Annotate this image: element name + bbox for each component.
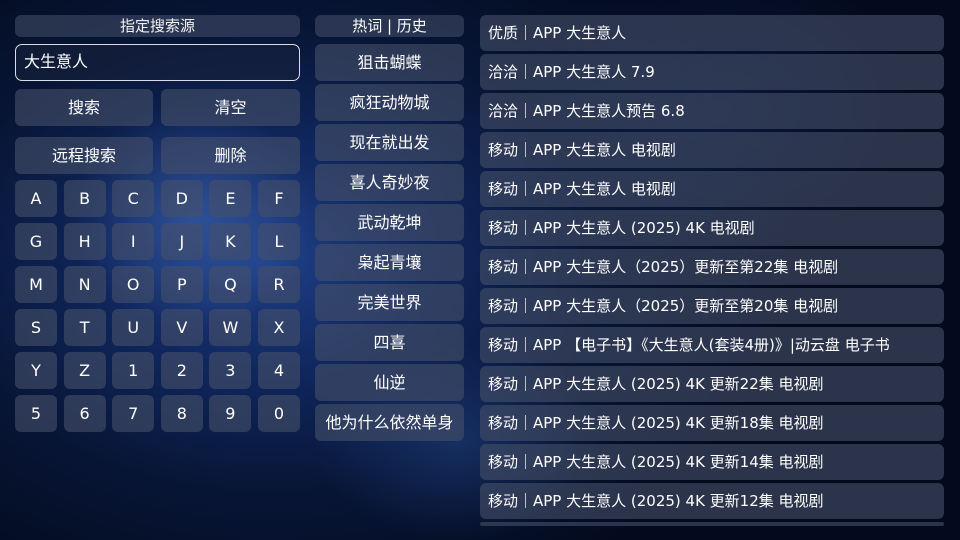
- clear-button[interactable]: 清空: [161, 89, 300, 126]
- key-y[interactable]: Y: [15, 352, 57, 389]
- key-g[interactable]: G: [15, 223, 57, 260]
- result-item[interactable]: 洽洽｜APP 大生意人 7.9: [480, 54, 944, 90]
- result-item[interactable]: 优质｜APP 大生意人: [480, 15, 944, 51]
- key-4[interactable]: 4: [258, 352, 300, 389]
- key-6[interactable]: 6: [63, 395, 106, 432]
- hot-history-header[interactable]: 热词 | 历史: [315, 15, 464, 37]
- key-b[interactable]: B: [63, 180, 106, 217]
- key-l[interactable]: L: [258, 223, 300, 260]
- key-f[interactable]: F: [258, 180, 300, 217]
- hot-word-item[interactable]: 仙逆: [315, 364, 464, 401]
- key-w[interactable]: W: [209, 309, 252, 346]
- result-item[interactable]: 移动｜APP 大生意人 (2025) 4K 更新12集 电视剧: [480, 483, 944, 519]
- search-source-header[interactable]: 指定搜索源: [15, 15, 300, 37]
- result-item[interactable]: 移动｜APP 大生意人（2025）更新至第22集 电视剧: [480, 249, 944, 285]
- search-button[interactable]: 搜索: [15, 89, 153, 126]
- key-8[interactable]: 8: [160, 395, 203, 432]
- key-j[interactable]: J: [160, 223, 203, 260]
- key-a[interactable]: A: [15, 180, 57, 217]
- search-source-panel: 指定搜索源: [15, 15, 300, 37]
- key-c[interactable]: C: [112, 180, 155, 217]
- result-item[interactable]: 移动｜APP 【电子书】《大生意人(套装4册)》|动云盘 电子书: [480, 327, 944, 363]
- result-item[interactable]: 移动｜APP 大生意人 (2025) 4K 更新18集 电视剧: [480, 405, 944, 441]
- key-x[interactable]: X: [258, 309, 300, 346]
- result-item[interactable]: 洽洽｜APP 大生意人预告 6.8: [480, 93, 944, 129]
- hot-word-item[interactable]: 喜人奇妙夜: [315, 164, 464, 201]
- result-item[interactable]: 移动｜APP 大生意人 (2025) 4K 电视剧: [480, 210, 944, 246]
- hot-word-item[interactable]: 完美世界: [315, 284, 464, 321]
- delete-button[interactable]: 删除: [161, 137, 300, 174]
- result-item[interactable]: 移动｜APP 大生意人 电视剧: [480, 171, 944, 207]
- key-t[interactable]: T: [63, 309, 106, 346]
- hot-word-item[interactable]: 现在就出发: [315, 124, 464, 161]
- remote-search-button[interactable]: 远程搜索: [15, 137, 153, 174]
- key-7[interactable]: 7: [112, 395, 155, 432]
- key-3[interactable]: 3: [209, 352, 252, 389]
- key-o[interactable]: O: [112, 266, 155, 303]
- hot-word-item[interactable]: 他为什么依然单身: [315, 404, 464, 441]
- key-n[interactable]: N: [63, 266, 106, 303]
- key-s[interactable]: S: [15, 309, 57, 346]
- search-input[interactable]: 大生意人: [15, 44, 300, 81]
- hot-word-item[interactable]: 枭起青壤: [315, 244, 464, 281]
- hot-word-item[interactable]: 武动乾坤: [315, 204, 464, 241]
- key-m[interactable]: M: [15, 266, 57, 303]
- key-i[interactable]: I: [112, 223, 155, 260]
- key-1[interactable]: 1: [112, 352, 155, 389]
- key-0[interactable]: 0: [258, 395, 300, 432]
- key-p[interactable]: P: [160, 266, 203, 303]
- key-5[interactable]: 5: [15, 395, 57, 432]
- key-e[interactable]: E: [209, 180, 252, 217]
- key-9[interactable]: 9: [209, 395, 252, 432]
- hot-word-item[interactable]: 四喜: [315, 324, 464, 361]
- key-v[interactable]: V: [160, 309, 203, 346]
- hot-word-item[interactable]: 疯狂动物城: [315, 84, 464, 121]
- key-2[interactable]: 2: [160, 352, 203, 389]
- key-u[interactable]: U: [112, 309, 155, 346]
- key-k[interactable]: K: [209, 223, 252, 260]
- key-q[interactable]: Q: [209, 266, 252, 303]
- key-r[interactable]: R: [258, 266, 300, 303]
- key-z[interactable]: Z: [63, 352, 106, 389]
- hot-word-item[interactable]: 狙击蝴蝶: [315, 44, 464, 81]
- key-h[interactable]: H: [63, 223, 106, 260]
- result-item[interactable]: 移动｜APP 大生意人 (2025) 4K 更新14集 电视剧: [480, 444, 944, 480]
- result-item[interactable]: 移动｜APP 大生意人 电视剧: [480, 132, 944, 168]
- result-item[interactable]: 移动｜APP 大生意人（2025）更新至第20集 电视剧: [480, 288, 944, 324]
- result-item[interactable]: 移动｜APP 大生意人 (2025) 4K 更新22集 电视剧: [480, 366, 944, 402]
- result-item-partial[interactable]: [480, 522, 944, 526]
- key-d[interactable]: D: [160, 180, 203, 217]
